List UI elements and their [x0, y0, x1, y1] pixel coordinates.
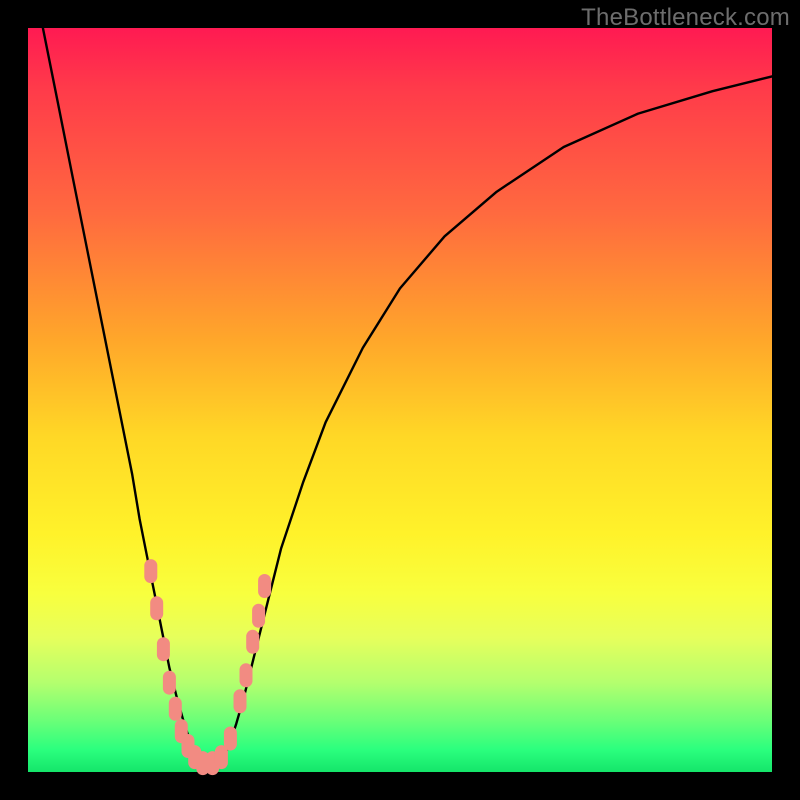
marker-pill — [258, 574, 271, 598]
curves-group — [43, 28, 772, 761]
marker-pill — [246, 630, 259, 654]
curve-left-curve — [43, 28, 197, 761]
marker-pill — [252, 604, 265, 628]
marker-pill — [240, 663, 253, 687]
marker-pill — [163, 671, 176, 695]
curve-right-curve — [221, 76, 772, 760]
chart-overlay — [0, 0, 800, 800]
marker-pill — [224, 727, 237, 751]
marker-pill — [150, 596, 163, 620]
marker-pill — [144, 559, 157, 583]
marker-pill — [234, 689, 247, 713]
marker-pill — [169, 697, 182, 721]
marker-pill — [157, 637, 170, 661]
chart-frame: TheBottleneck.com — [0, 0, 800, 800]
